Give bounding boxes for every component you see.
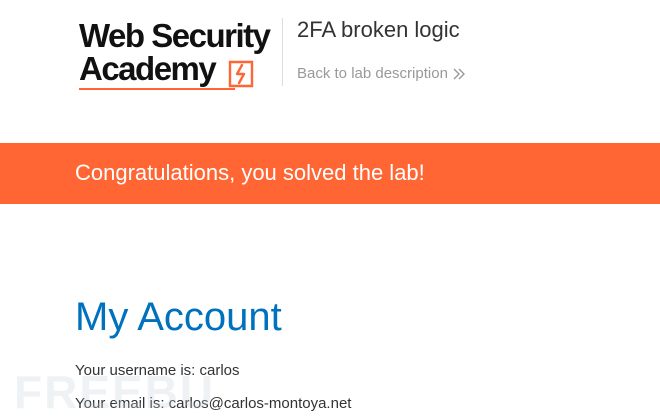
page: Web Security Academy 2FA broken logic Ba… [0,0,660,417]
logo-line1: Web Security [79,17,271,54]
page-title: My Account [75,295,282,339]
lab-title: 2FA broken logic [297,17,460,42]
double-chevron-right-icon [453,68,465,80]
solved-banner: Congratulations, you solved the lab! [0,143,660,204]
back-link-label: Back to lab description [297,65,448,82]
header-divider [282,18,283,86]
banner-message: Congratulations, you solved the lab! [75,160,425,185]
logo-line2: Academy [79,50,217,87]
logo[interactable]: Web Security Academy [79,18,279,98]
svg-text:FREEBUF: FREEBUF [14,366,214,416]
logo-underline [79,88,235,90]
lightning-bolt-icon [228,60,254,88]
header: Web Security Academy 2FA broken logic Ba… [0,0,660,143]
back-to-lab-description-link[interactable]: Back to lab description [297,64,466,84]
freebuf-watermark: FREEBUF [14,366,214,416]
